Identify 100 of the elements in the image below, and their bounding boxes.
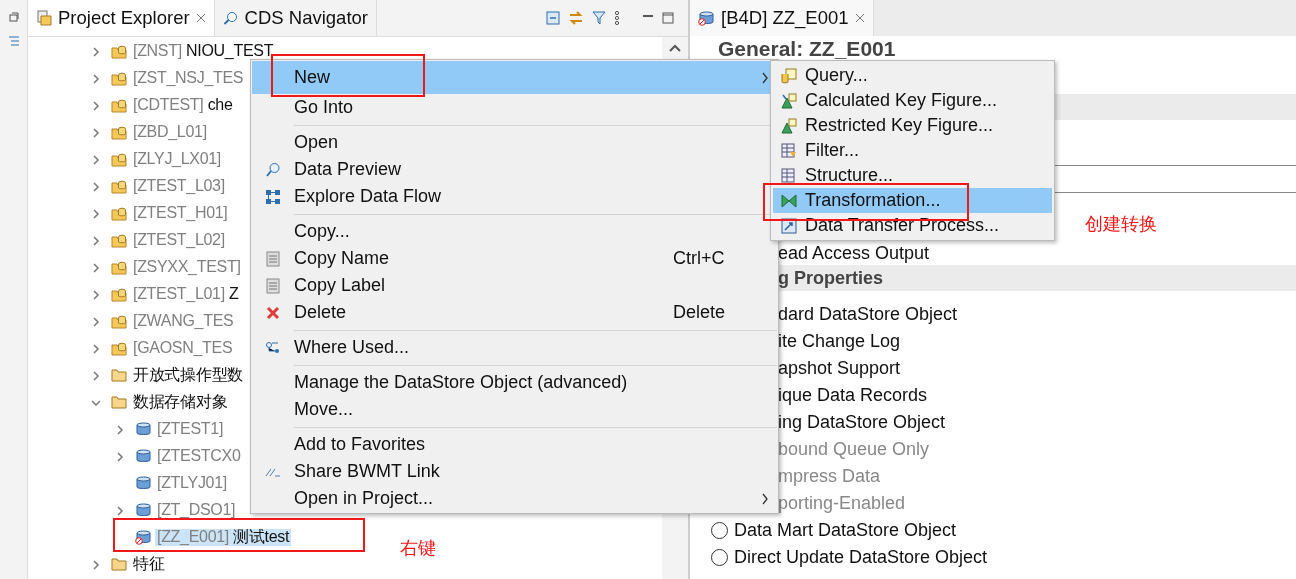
option-label: dard DataStore Object [778,304,958,325]
view-tab[interactable]: CDS Navigator [214,0,377,36]
link-arrows-icon[interactable] [568,11,584,25]
collapse-all-icon[interactable] [546,11,560,25]
tree-item[interactable]: [ZT_DSO1] [155,502,238,519]
slashes-icon [265,466,281,477]
database-icon [135,422,152,437]
close-icon[interactable] [854,13,865,23]
annotation-text: 右键 [400,537,436,560]
chevron-right-icon[interactable] [90,180,102,193]
chevron-right-icon[interactable] [90,207,102,220]
tree-item[interactable]: 数据存储对象 [131,394,230,411]
folder-database-icon [111,43,128,60]
tree-item[interactable]: 开放式操作型数 [131,367,245,384]
tree-item[interactable]: [ZTEST_L03] [131,178,227,195]
tree-item[interactable]: [ZST_NSJ_TES [131,70,246,87]
grid-icon [781,142,797,159]
tree-item[interactable]: [ZTESTCX0 [155,448,243,465]
chevron-right-icon[interactable] [90,342,102,355]
project-icon [36,10,52,26]
menu-item[interactable]: Delete Delete [252,299,777,326]
tree-item[interactable]: [ZSYXX_TEST] [131,259,243,276]
option-label: mpress Data [778,466,881,487]
folder-database-icon [111,70,128,87]
tree-item[interactable]: [ZLYJ_LX01] [131,151,223,168]
tree-item[interactable]: [ZWANG_TES [131,313,236,330]
folder-database-icon [111,124,128,141]
flow-icon [265,188,281,205]
close-icon[interactable] [195,13,206,23]
chevron-right-icon[interactable] [90,234,102,247]
tree-item[interactable]: [ZTLYJ01] [155,475,229,492]
more-icon[interactable] [614,10,620,26]
bowtie-icon [781,193,797,208]
field-label: ead Access Output [778,242,930,264]
maximize-icon[interactable] [662,12,674,24]
chevron-right-icon[interactable] [90,558,102,571]
menu-item[interactable]: Open in Project... [252,485,777,512]
folder-database-icon [111,313,128,330]
chevron-right-icon[interactable] [90,72,102,85]
option-label: ite Change Log [778,331,901,352]
database-icon [135,503,152,518]
annotation-text: 创建转换 [1085,213,1157,236]
chevron-right-icon[interactable] [114,450,126,463]
chevron-right-icon[interactable] [90,126,102,139]
scroll-up-icon[interactable] [668,43,682,53]
document-icon [266,250,280,267]
triangle-chart-icon [781,92,797,109]
chevron-right-icon[interactable] [90,45,102,58]
tree-item[interactable]: [GAOSN_TES [131,340,235,357]
option-label: porting-Enabled [778,493,906,514]
chevron-right-icon[interactable] [90,153,102,166]
folder-database-icon [111,286,128,303]
menu-item[interactable]: Restricted Key Figure... [773,113,1052,138]
restore-icon[interactable] [8,12,19,22]
database-icon [135,449,152,464]
tree-item[interactable]: 特征 [131,556,167,573]
chevron-right-icon[interactable] [90,261,102,274]
option-label: ique Data Records [778,385,928,406]
folder-database-icon [111,259,128,276]
view-tab[interactable]: Project Explorer [28,0,215,36]
folder-database-icon [111,178,128,195]
menu-item[interactable]: Add to Favorites [252,431,777,458]
magnifier-icon [265,161,281,178]
editor-tab[interactable]: [B4D] ZZ_E001 [690,0,874,36]
chevron-right-icon[interactable] [90,369,102,382]
tree-item[interactable]: [ZTEST_L01] Z [131,286,241,303]
option-label: Data Mart DataStore Object [734,520,957,541]
query-icon [781,67,797,84]
menu-item[interactable]: Where Used... [252,334,777,361]
menu-item[interactable]: Transformation... [773,188,1052,213]
folder-icon [111,395,128,410]
folder-database-icon [111,232,128,249]
folder-database-icon [111,340,128,357]
chevron-right-icon[interactable] [114,504,126,517]
delete-icon [266,305,280,320]
menu-item[interactable]: Share BWMT Link [252,458,777,485]
chevron-right-icon[interactable] [90,315,102,328]
tree-item[interactable]: [ZBD_L01] [131,124,209,141]
tree-item[interactable]: [ZTEST_H01] [131,205,230,222]
chevron-right-icon[interactable] [90,288,102,301]
menu-item[interactable]: Filter... [773,138,1052,163]
grid-icon [781,167,797,184]
chevron-right-icon[interactable] [114,423,126,436]
editor-heading: General: ZZ_E001 [717,36,897,62]
option-label: bound Queue Only [778,439,930,460]
filter-icon[interactable] [592,11,606,25]
database-error-icon [698,10,715,26]
tree-item[interactable]: [ZZ_E001] 测试test [155,529,292,546]
folder-database-icon [111,97,128,114]
tree-item[interactable]: [ZTEST1] [155,421,226,438]
menu-item[interactable]: Manage the DataStore Object (advanced) [252,369,777,396]
database-error-icon [135,530,152,545]
menu-item[interactable]: Move... [252,396,777,423]
tree-item[interactable]: [ZNST] NIOU_TEST [131,43,276,60]
tree-item[interactable]: [ZTEST_L02] [131,232,227,249]
magnifier-icon [222,10,239,26]
tree-item[interactable]: [CDTEST] che [131,97,235,114]
option-label: ing DataStore Object [778,412,946,433]
chevron-right-icon[interactable] [90,99,102,112]
folder-icon [111,368,128,383]
